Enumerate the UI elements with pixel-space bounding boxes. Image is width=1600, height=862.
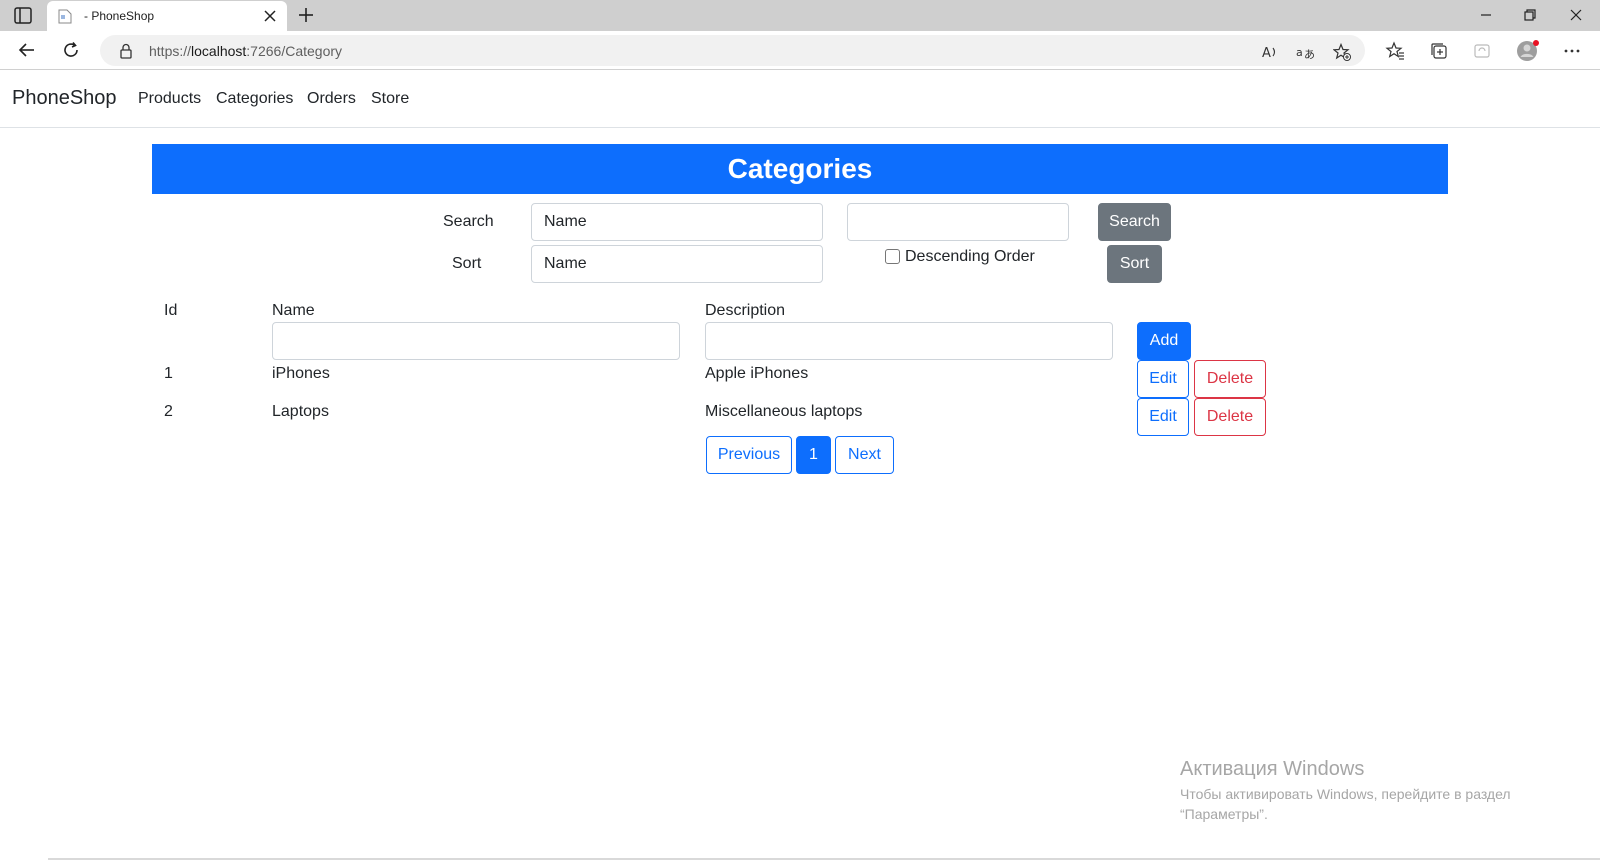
row-1-id: 1 xyxy=(164,365,173,382)
url-path: :7266/Category xyxy=(246,43,343,59)
row-2-name: Laptops xyxy=(272,403,329,420)
restore-icon[interactable] xyxy=(1522,7,1538,23)
nav-link-orders[interactable]: Orders xyxy=(307,90,356,108)
pagination-page-1[interactable]: 1 xyxy=(796,436,831,474)
taskbar-edge xyxy=(48,858,1600,860)
browser-essentials-icon[interactable] xyxy=(1472,41,1492,61)
windows-activation-title: Активация Windows xyxy=(1180,758,1365,780)
back-arrow-icon[interactable] xyxy=(18,41,36,59)
pagination-previous[interactable]: Previous xyxy=(706,436,792,474)
row-2-edit-button[interactable]: Edit xyxy=(1137,398,1189,436)
browser-tab[interactable]: - PhoneShop xyxy=(47,1,287,31)
windows-activation-text: Чтобы активировать Windows, перейдите в … xyxy=(1180,784,1580,824)
new-tab-icon[interactable] xyxy=(298,7,314,23)
reload-icon[interactable] xyxy=(62,41,80,59)
translate-icon[interactable]: a あ xyxy=(1296,43,1314,61)
url-host: localhost xyxy=(191,43,247,59)
brand-link[interactable]: PhoneShop xyxy=(12,87,117,110)
nav-link-store[interactable]: Store xyxy=(371,90,409,108)
descending-order-checkbox[interactable] xyxy=(885,249,900,264)
row-1-name: iPhones xyxy=(272,365,330,382)
new-category-name-input[interactable] xyxy=(272,322,680,360)
read-aloud-icon[interactable]: A xyxy=(1261,43,1279,61)
site-navbar: PhoneShop Products Categories Orders Sto… xyxy=(0,70,1600,128)
windows-activation-line-1: Чтобы активировать Windows, перейдите в … xyxy=(1180,786,1511,802)
url-scheme: https:// xyxy=(149,43,192,59)
tab-title: - PhoneShop xyxy=(84,9,155,23)
column-header-description: Description xyxy=(705,302,786,319)
add-favorite-icon[interactable] xyxy=(1333,43,1351,61)
url-bar[interactable]: https://localhost:7266/Category A a あ xyxy=(100,35,1365,66)
sort-button[interactable]: Sort xyxy=(1107,245,1162,283)
svg-text:あ: あ xyxy=(1304,48,1314,61)
url-text[interactable]: https://localhost:7266/Category xyxy=(149,43,342,59)
close-window-icon[interactable] xyxy=(1568,7,1584,23)
search-button[interactable]: Search xyxy=(1098,203,1171,241)
search-label: Search xyxy=(443,213,494,230)
row-2-description: Miscellaneous laptops xyxy=(705,403,863,420)
svg-text:a: a xyxy=(1296,46,1303,59)
pagination-next[interactable]: Next xyxy=(835,436,894,474)
sort-field-select[interactable]: Name xyxy=(531,245,823,283)
windows-activation-line-2: “Параметры”. xyxy=(1180,806,1268,822)
lock-icon[interactable] xyxy=(119,43,133,59)
row-1-edit-button[interactable]: Edit xyxy=(1137,360,1189,398)
favorites-icon[interactable] xyxy=(1385,41,1405,61)
row-2-id: 2 xyxy=(164,403,173,420)
more-options-icon[interactable] xyxy=(1562,41,1582,61)
row-2-delete-button[interactable]: Delete xyxy=(1194,398,1266,436)
row-1-delete-button[interactable]: Delete xyxy=(1194,360,1266,398)
sidebar-toggle-icon[interactable] xyxy=(14,7,32,24)
search-text-input[interactable] xyxy=(847,203,1069,241)
svg-text:A: A xyxy=(1262,46,1271,61)
descending-order-label[interactable]: Descending Order xyxy=(905,248,1035,266)
profile-avatar-icon[interactable] xyxy=(1516,39,1540,63)
sort-label: Sort xyxy=(452,255,482,272)
add-button[interactable]: Add xyxy=(1137,322,1191,360)
column-header-name: Name xyxy=(272,302,315,319)
column-header-id: Id xyxy=(164,302,178,319)
browser-tab-bar: - PhoneShop xyxy=(0,0,1600,31)
row-1-description: Apple iPhones xyxy=(705,365,809,382)
collections-icon[interactable] xyxy=(1429,41,1449,61)
page-favicon-icon xyxy=(58,9,72,24)
search-field-select[interactable]: Name xyxy=(531,203,823,241)
new-category-description-input[interactable] xyxy=(705,322,1113,360)
minimize-icon[interactable] xyxy=(1478,7,1494,23)
nav-link-products[interactable]: Products xyxy=(138,90,201,108)
close-tab-icon[interactable] xyxy=(263,9,277,23)
browser-address-bar: https://localhost:7266/Category A a あ xyxy=(0,31,1600,70)
page-title-banner: Categories xyxy=(152,144,1448,194)
nav-link-categories[interactable]: Categories xyxy=(216,90,293,108)
